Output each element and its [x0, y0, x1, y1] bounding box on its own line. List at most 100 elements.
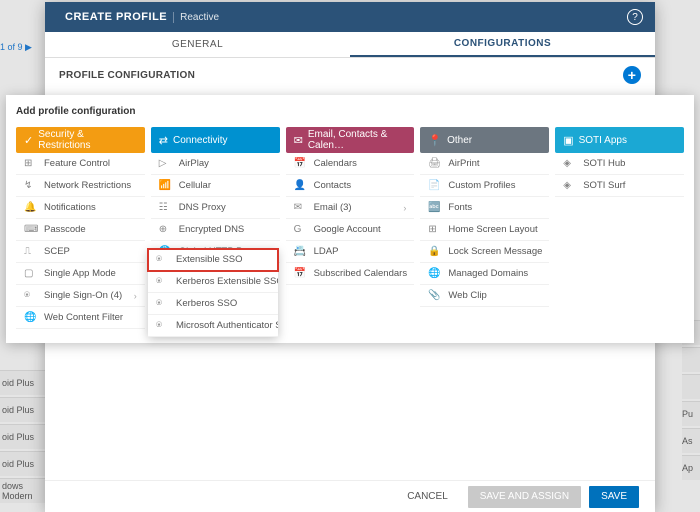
chevron-right-icon: ›	[403, 203, 406, 213]
item-label: SCEP	[44, 246, 70, 257]
config-item[interactable]: ☷DNS Proxy	[151, 197, 280, 219]
category-header[interactable]: 📍Other	[420, 127, 549, 153]
item-label: Fonts	[448, 202, 472, 213]
item-icon: ◈	[563, 158, 577, 169]
category-icon: ⇄	[159, 134, 168, 147]
bg-platform-row: oid Plus	[0, 370, 45, 395]
config-item[interactable]: ▷AirPlay	[151, 153, 280, 175]
category-icon: ▣	[563, 134, 573, 147]
item-icon: G	[294, 224, 308, 235]
config-item[interactable]: ⊕Encrypted DNS	[151, 219, 280, 241]
tab-configurations[interactable]: CONFIGURATIONS	[350, 32, 655, 57]
item-icon: ⌨	[24, 224, 38, 235]
item-label: Extensible SSO	[176, 254, 243, 265]
item-icon: 📄	[428, 180, 442, 191]
save-and-assign-button[interactable]: SAVE AND ASSIGN	[468, 486, 581, 508]
item-icon: ▢	[24, 268, 38, 279]
config-item[interactable]: ▢ Single App Mode	[16, 263, 145, 285]
titlebar: CREATE PROFILE Reactive ?	[45, 2, 655, 32]
config-item[interactable]: ◈SOTI Surf	[555, 175, 684, 197]
config-item[interactable]: 🌐Managed Domains	[420, 263, 549, 285]
bg-platform-row: dows Modern	[0, 478, 45, 503]
category-column: ✓Security & Restrictions ⊞ Feature Control…	[16, 127, 145, 329]
item-label: Home Screen Layout	[448, 224, 537, 235]
item-label: Contacts	[314, 180, 352, 191]
item-label: Calendars	[314, 158, 357, 169]
category-label: Security & Restrictions	[38, 129, 137, 151]
item-icon: 📶	[159, 180, 173, 191]
add-profile-config-modal: Add profile configuration ✓Security & Re…	[6, 95, 694, 343]
bg-platform-row: oid Plus	[0, 424, 45, 449]
category-header[interactable]: ▣ SOTI Apps	[555, 127, 684, 153]
item-icon: 📎	[428, 290, 442, 301]
flyout-item[interactable]: ⍟ Extensible SSO	[148, 249, 278, 271]
bg-right-cell	[682, 347, 700, 372]
category-label: Other	[447, 135, 472, 146]
item-icon: 🌐	[428, 268, 442, 279]
config-item[interactable]: 🌐Web Content Filter	[16, 307, 145, 329]
config-item[interactable]: 📎Web Clip	[420, 285, 549, 307]
config-item[interactable]: 👤 Contacts	[286, 175, 415, 197]
config-item[interactable]: ↯Network Restrictions	[16, 175, 145, 197]
category-label: SOTI Apps	[579, 135, 627, 146]
config-item[interactable]: ✉Email (3)›	[286, 197, 415, 219]
category-header[interactable]: ⇄ Connectivity	[151, 127, 280, 153]
item-icon: ⍟	[156, 298, 170, 309]
bg-right-cell	[682, 374, 700, 399]
config-item[interactable]: ◈SOTI Hub	[555, 153, 684, 175]
flyout-item[interactable]: ⍟Microsoft Authenticator SSO	[148, 315, 278, 337]
item-icon: ☷	[159, 202, 173, 213]
item-icon: 🔒	[428, 246, 442, 257]
item-label: Microsoft Authenticator SSO	[176, 320, 278, 331]
category-column: ▣ SOTI Apps ◈SOTI Hub◈SOTI Surf	[555, 127, 684, 329]
flyout-item[interactable]: ⍟Kerberos SSO	[148, 293, 278, 315]
config-item[interactable]: 🖨AirPrint	[420, 153, 549, 175]
item-icon: ⍟	[156, 254, 170, 265]
bg-platform-row: oid Plus	[0, 451, 45, 476]
category-header[interactable]: ✓Security & Restrictions	[16, 127, 145, 153]
modal-title: Add profile configuration	[16, 106, 684, 117]
tabs: GENERAL CONFIGURATIONS	[45, 32, 655, 58]
item-label: Google Account	[314, 224, 381, 235]
item-icon: 📅	[294, 158, 308, 169]
save-button[interactable]: SAVE	[589, 486, 639, 508]
config-item[interactable]: 📅Subscribed Calendars	[286, 263, 415, 285]
config-item[interactable]: 📇LDAP	[286, 241, 415, 263]
item-icon: ⊞	[428, 224, 442, 235]
tab-general[interactable]: GENERAL	[45, 32, 350, 57]
category-column: ✉Email, Contacts & Calen… 📅 Calendars 👤 Cont…	[286, 127, 415, 329]
dialog-subtitle: Reactive	[173, 12, 219, 23]
item-label: Feature Control	[44, 158, 110, 169]
item-label: Web Content Filter	[44, 312, 123, 323]
config-item[interactable]: 📅 Calendars	[286, 153, 415, 175]
config-item[interactable]: 🔤Fonts	[420, 197, 549, 219]
add-configuration-button[interactable]: +	[623, 66, 641, 84]
config-item[interactable]: 🔔Notifications	[16, 197, 145, 219]
item-label: Subscribed Calendars	[314, 268, 407, 279]
item-icon: 👤	[294, 180, 308, 191]
item-icon: ⊞	[24, 158, 38, 169]
single-sign-on-flyout: ⍟Extensible SSO⍟Kerberos Extensible SSO⍟…	[148, 249, 278, 337]
config-item[interactable]: 📄Custom Profiles	[420, 175, 549, 197]
config-item[interactable]: ⌨Passcode	[16, 219, 145, 241]
item-label: Single App Mode	[44, 268, 116, 279]
config-item[interactable]: G Google Account	[286, 219, 415, 241]
pager[interactable]: 1 of 9 ▶	[0, 42, 32, 53]
flyout-item[interactable]: ⍟Kerberos Extensible SSO	[148, 271, 278, 293]
dialog-title: CREATE PROFILE	[65, 11, 167, 23]
config-item[interactable]: ⊞ Feature Control	[16, 153, 145, 175]
item-label: Notifications	[44, 202, 96, 213]
config-item[interactable]: ⎍SCEP	[16, 241, 145, 263]
cancel-button[interactable]: CANCEL	[395, 486, 460, 508]
config-item[interactable]: ⊞ Home Screen Layout	[420, 219, 549, 241]
item-label: Cellular	[179, 180, 211, 191]
category-header[interactable]: ✉Email, Contacts & Calen…	[286, 127, 415, 153]
help-icon[interactable]: ?	[627, 9, 643, 25]
category-label: Connectivity	[173, 135, 227, 146]
section-header: PROFILE CONFIGURATION +	[45, 58, 655, 92]
config-item[interactable]: ⍟Single Sign-On (4)›	[16, 285, 145, 307]
item-icon: ⊕	[159, 224, 173, 235]
config-item[interactable]: 🔒Lock Screen Message	[420, 241, 549, 263]
config-item[interactable]: 📶 Cellular	[151, 175, 280, 197]
item-icon: 🖨	[428, 158, 442, 169]
